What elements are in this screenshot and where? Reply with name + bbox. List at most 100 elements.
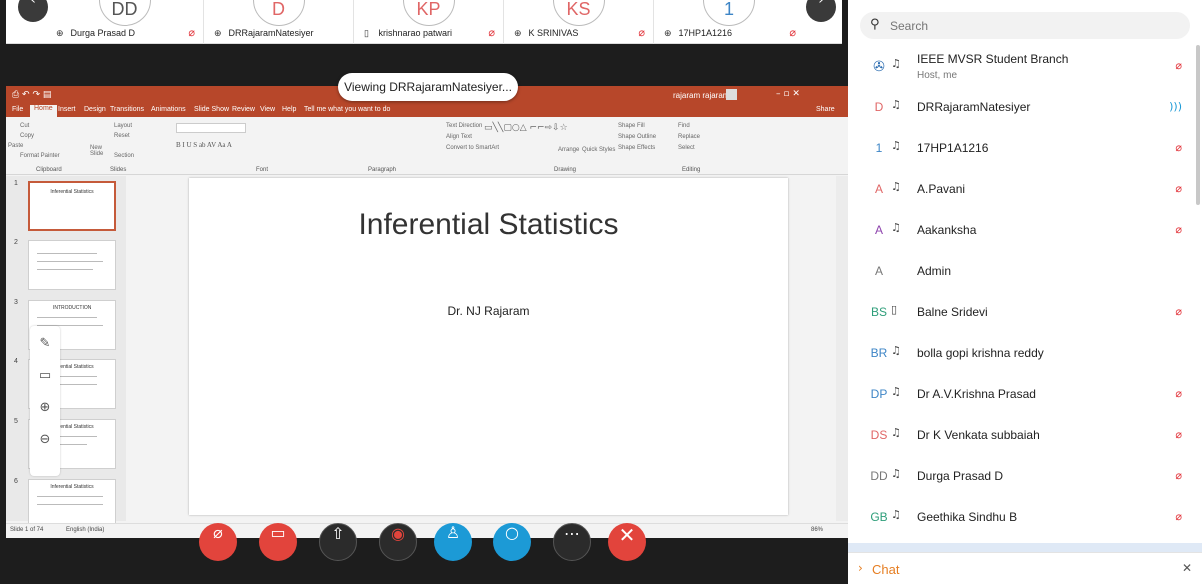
shape-outline-button[interactable]: Shape Outline <box>618 134 656 140</box>
participant-row[interactable]: BS ▯ Balne Sridevi ⌀ <box>848 292 1192 333</box>
slide-canvas[interactable]: Inferential Statistics Dr. NJ Rajaram <box>189 178 788 515</box>
more-options-button[interactable]: ⋯ <box>553 523 591 561</box>
shape-effects-button[interactable]: Shape Effects <box>618 145 655 151</box>
participant-row[interactable]: A ♫ A.Pavani ⌀ <box>848 169 1192 210</box>
tell-me-box[interactable]: Tell me what you want to do <box>304 106 390 113</box>
strip-prev-button[interactable]: ‹ <box>18 0 48 22</box>
participant-name: ⊕ Durga Prasad D <box>56 28 135 39</box>
avatar: BS <box>870 305 887 319</box>
headset-icon: ♫ <box>891 221 901 234</box>
copy-button[interactable]: Copy <box>20 133 34 139</box>
eraser-icon[interactable]: ▭ <box>35 366 55 386</box>
strip-participant[interactable]: KS ⊕ K SRINIVAS ⌀ <box>504 0 654 44</box>
strip-participant[interactable]: DD ⊕ Durga Prasad D ⌀ <box>46 0 204 44</box>
participant-row[interactable]: D ♫ DRRajaramNatesiyer ))) <box>848 87 1192 128</box>
tab-view[interactable]: View <box>260 106 275 113</box>
participant-row[interactable]: DS ♫ Dr K Venkata subbaiah ⌀ <box>848 415 1192 456</box>
tab-animations[interactable]: Animations <box>151 106 186 113</box>
participant-name: Geethika Sindhu B <box>917 510 1018 524</box>
participant-name-text: Durga Prasad D <box>70 28 136 38</box>
font-name-select[interactable] <box>176 123 246 133</box>
participant-name: ⊕ 17HP1A1216 <box>664 28 732 39</box>
zoom-in-icon[interactable]: ⊕ <box>35 398 55 418</box>
headset-icon: ⊕ <box>56 28 64 38</box>
tab-slideshow[interactable]: Slide Show <box>194 106 229 113</box>
strip-participant[interactable]: D ⊕ DRRajaramNatesiyer <box>204 0 354 44</box>
slide-thumbnail[interactable] <box>28 240 116 290</box>
new-slide-button[interactable]: New Slide <box>90 145 112 157</box>
arrange-button[interactable]: Arrange <box>558 147 579 153</box>
tab-help[interactable]: Help <box>282 106 296 113</box>
participant-row[interactable]: GB ♫ Geethika Sindhu B ⌀ <box>848 497 1192 538</box>
slide-thumbnail[interactable]: Inferential Statistics <box>28 181 116 231</box>
participant-row[interactable]: A Admin <box>848 251 1192 292</box>
participant-row[interactable]: 1 ♫ 17HP1A1216 ⌀ <box>848 128 1192 169</box>
headset-icon: ♫ <box>891 139 901 152</box>
participant-row[interactable]: BR ♫ bolla gopi krishna reddy <box>848 333 1192 374</box>
strip-participant[interactable]: KP ▯ krishnarao patwari ⌀ <box>354 0 504 44</box>
text-direction-button[interactable]: Text Direction <box>446 123 482 129</box>
search-box[interactable]: ⚲ <box>860 12 1190 39</box>
shape-fill-button[interactable]: Shape Fill <box>618 123 645 129</box>
zoom-level[interactable]: 86% <box>811 527 823 533</box>
tab-review[interactable]: Review <box>232 106 255 113</box>
participant-name-text: K SRINIVAS <box>528 28 579 38</box>
slide-thumbnail[interactable]: Inferential Statistics <box>28 479 116 529</box>
participant-name-text: DRRajaramNatesiyer <box>228 28 314 38</box>
paste-button[interactable]: Paste <box>8 143 23 149</box>
quick-styles-button[interactable]: Quick Styles <box>582 147 615 153</box>
align-text-button[interactable]: Align Text <box>446 134 472 140</box>
close-icon[interactable]: ✕ <box>1182 561 1192 575</box>
cut-button[interactable]: Cut <box>20 123 29 129</box>
speaking-icon: ))) <box>1169 100 1182 113</box>
phone-icon: ▯ <box>364 28 369 38</box>
group-font: Font <box>256 167 269 173</box>
ppt-ribbon: Cut Copy Paste Format Painter Layout Res… <box>6 117 848 175</box>
share-button[interactable]: Share <box>816 106 835 113</box>
chevron-right-icon: › <box>858 561 863 575</box>
pen-icon[interactable]: ✎ <box>35 334 55 354</box>
participant-strip: DD ⊕ Durga Prasad D ⌀ D ⊕ DRRajaramNates… <box>6 0 842 44</box>
slide-scrollbar[interactable] <box>836 176 848 521</box>
mute-button[interactable]: ⌀ <box>199 523 237 561</box>
participant-row[interactable]: A ♫ Aakanksha ⌀ <box>848 210 1192 251</box>
slide-thumbnail-pane: 1 Inferential Statistics 2 3 INTRODUCTIO… <box>6 176 126 529</box>
reset-button[interactable]: Reset <box>114 133 130 139</box>
stop-video-button[interactable]: ▭ <box>259 523 297 561</box>
find-button[interactable]: Find <box>678 123 690 129</box>
panel-scrollbar[interactable] <box>1196 45 1200 205</box>
window-controls-icon[interactable]: – ▫ ✕ <box>776 89 800 99</box>
participant-row[interactable]: ✇ ♫ IEEE MVSR Student Branch Host, me ⌀ <box>848 46 1192 87</box>
share-content-button[interactable]: ⇧ <box>319 523 357 561</box>
participant-row[interactable]: DD ♫ Durga Prasad D ⌀ <box>848 456 1192 497</box>
record-button[interactable]: ◉ <box>379 523 417 561</box>
mic-muted-icon: ⌀ <box>638 26 645 39</box>
select-button[interactable]: Select <box>678 145 695 151</box>
tab-file[interactable]: File <box>12 106 23 113</box>
slide-number: 5 <box>14 418 18 425</box>
headset-icon: ♫ <box>891 385 901 398</box>
leave-meeting-button[interactable]: ✕ <box>608 523 646 561</box>
replace-button[interactable]: Replace <box>678 134 700 140</box>
tab-insert[interactable]: Insert <box>58 106 76 113</box>
strip-next-button[interactable]: › <box>806 0 836 22</box>
participant-row[interactable]: DP ♫ Dr A.V.Krishna Prasad ⌀ <box>848 374 1192 415</box>
search-input[interactable] <box>890 16 1170 35</box>
format-painter-button[interactable]: Format Painter <box>20 153 60 159</box>
strip-participant[interactable]: 1 ⊕ 17HP1A1216 ⌀ <box>654 0 804 44</box>
chat-bar[interactable]: › Chat ✕ <box>848 552 1202 584</box>
participants-button[interactable]: ♙ <box>434 523 472 561</box>
font-format-icons[interactable]: B I U S ab AV Aa A <box>176 141 232 149</box>
layout-button[interactable]: Layout <box>114 123 132 129</box>
section-button[interactable]: Section <box>114 153 134 159</box>
tab-transitions[interactable]: Transitions <box>110 106 144 113</box>
tab-design[interactable]: Design <box>84 106 106 113</box>
chat-button[interactable]: ○ <box>493 523 531 561</box>
participant-name: 17HP1A1216 <box>917 141 989 155</box>
mic-muted-icon: ⌀ <box>1175 469 1182 482</box>
headset-icon: ♫ <box>891 467 901 480</box>
tab-home[interactable]: Home <box>30 105 57 117</box>
zoom-out-icon[interactable]: ⊖ <box>35 430 55 450</box>
phone-icon: ▯ <box>891 303 898 316</box>
participant-name: DRRajaramNatesiyer <box>917 100 1031 114</box>
